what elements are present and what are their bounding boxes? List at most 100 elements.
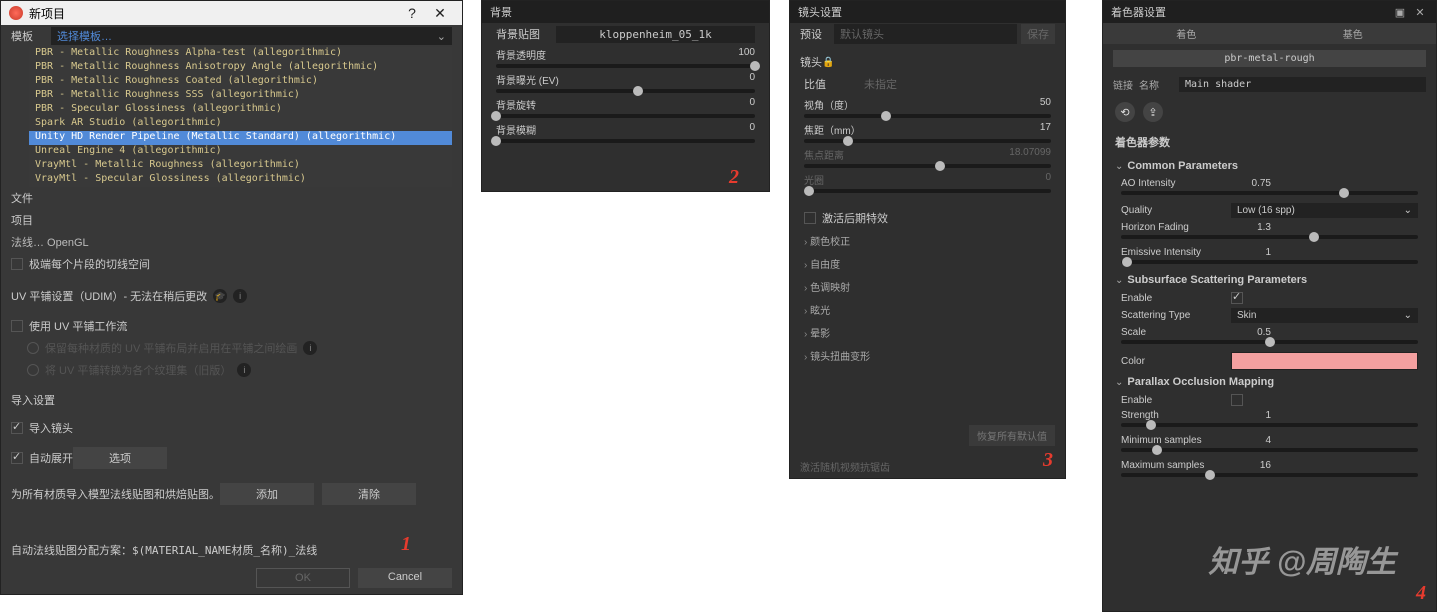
sss-parameters-header[interactable]: Subsurface Scattering Parameters xyxy=(1103,270,1436,290)
template-option[interactable]: PBR - Metallic Roughness SSS (allegorith… xyxy=(29,89,452,103)
template-dropdown-list[interactable]: PBR - Metallic Roughness Alpha-test (all… xyxy=(29,47,452,187)
tangent-checkbox[interactable] xyxy=(11,258,23,270)
pop-out-icon[interactable]: ▣ xyxy=(1392,6,1408,19)
slider[interactable] xyxy=(804,189,1051,193)
pom-max-samples-slider[interactable] xyxy=(1121,473,1418,477)
preserve-uv-label: 保留每种材质的 UV 平铺布局并启用在平铺之间绘画 xyxy=(45,340,297,356)
pom-min-samples-slider[interactable] xyxy=(1121,448,1418,452)
udim-label: UV 平铺设置（UDIM）- 无法在稍后更改 xyxy=(11,288,207,304)
template-option[interactable]: Unreal Engine 4 (allegorithmic) xyxy=(29,145,452,159)
use-uv-tile-label: 使用 UV 平铺工作流 xyxy=(29,318,127,334)
slider-label: 焦点距离 xyxy=(804,147,844,162)
slider-label: 背景旋转 xyxy=(496,97,536,112)
fx-item[interactable]: 眩光 xyxy=(790,298,1065,321)
template-option[interactable]: VrayMtl - Specular Glossiness (allegorit… xyxy=(29,173,452,187)
template-option[interactable]: PBR - Specular Glossiness (allegorithmic… xyxy=(29,103,452,117)
tab-basecolor[interactable]: 基色 xyxy=(1270,23,1437,44)
clear-button[interactable]: 清除 xyxy=(322,483,416,505)
upload-icon[interactable]: ⇪ xyxy=(1143,102,1163,122)
template-label: 模板 xyxy=(11,28,51,44)
slider[interactable] xyxy=(496,64,755,68)
slider-label: 背景透明度 xyxy=(496,47,546,62)
ratio-label: 比值 xyxy=(804,76,864,92)
tab-shading[interactable]: 着色 xyxy=(1103,23,1270,44)
shader-name-field[interactable]: Main shader xyxy=(1179,77,1426,92)
quality-select[interactable]: Low (16 spp)⌄ xyxy=(1231,203,1418,218)
info-icon[interactable]: i xyxy=(237,363,251,377)
import-camera-checkbox[interactable] xyxy=(11,422,23,434)
auto-unwrap-checkbox[interactable] xyxy=(11,452,23,464)
panel-title: 镜头设置 xyxy=(798,4,842,20)
new-project-dialog: 新项目 ? ✕ 模板 选择模板… ⌄ PBR - Metallic Roughn… xyxy=(0,0,463,595)
shader-type-pill[interactable]: pbr-metal-rough xyxy=(1113,50,1426,67)
fx-item[interactable]: 色调映射 xyxy=(790,275,1065,298)
slider-label: 焦距（mm） xyxy=(804,122,861,137)
template-option[interactable]: PBR - Metallic Roughness Coated (allegor… xyxy=(29,75,452,89)
close-icon[interactable]: ✕ xyxy=(1412,6,1428,19)
sss-enable-checkbox[interactable] xyxy=(1231,292,1243,304)
fx-item[interactable]: 自由度 xyxy=(790,252,1065,275)
convert-uv-label: 将 UV 平铺转换为各个纹理集（旧版） xyxy=(45,362,231,378)
fx-item[interactable]: 晕影 xyxy=(790,321,1065,344)
naming-scheme-label: 自动法线贴图分配方案：$(MATERIAL_NAME材质_名称)_法线 xyxy=(11,544,317,557)
template-option[interactable]: VrayMtl - Metallic Roughness (allegorith… xyxy=(29,159,452,173)
auto-unwrap-label: 自动展开 xyxy=(29,450,73,466)
pom-strength-slider[interactable] xyxy=(1121,423,1418,427)
lock-icon[interactable]: 🔒 xyxy=(822,57,834,68)
preset-label: 预设 xyxy=(800,26,834,42)
grad-cap-icon[interactable]: 🎓 xyxy=(213,289,227,303)
close-button[interactable]: ✕ xyxy=(426,5,454,22)
slider-value: 50 xyxy=(1040,97,1051,112)
fx-item[interactable]: 颜色校正 xyxy=(790,229,1065,252)
shader-settings-panel: 着色器设置 ▣ ✕ 着色 基色 pbr-metal-rough 链接 名称 Ma… xyxy=(1102,0,1437,612)
pom-enable-checkbox[interactable] xyxy=(1231,394,1243,406)
use-uv-tile-checkbox[interactable] xyxy=(11,320,23,332)
reset-defaults-button[interactable]: 恢复所有默认值 xyxy=(969,425,1055,446)
common-parameters-header[interactable]: Common Parameters xyxy=(1103,156,1436,176)
app-icon xyxy=(9,6,23,20)
annotation-1: 1 xyxy=(401,533,411,556)
template-select[interactable]: 选择模板… ⌄ xyxy=(51,27,452,45)
slider-value: 17 xyxy=(1040,122,1051,137)
convert-uv-radio[interactable] xyxy=(27,364,39,376)
template-option[interactable]: PBR - Metallic Roughness Anisotropy Angl… xyxy=(29,61,452,75)
pom-parameters-header[interactable]: Parallax Occlusion Mapping xyxy=(1103,372,1436,392)
normal-format-line: 法线… OpenGL xyxy=(11,234,89,250)
template-option[interactable]: PBR - Metallic Roughness Alpha-test (all… xyxy=(29,47,452,61)
slider[interactable] xyxy=(804,114,1051,118)
sss-color-swatch[interactable] xyxy=(1231,352,1418,370)
preserve-uv-radio[interactable] xyxy=(27,342,39,354)
slider[interactable] xyxy=(496,114,755,118)
preset-field[interactable]: 默认镜头 xyxy=(834,24,1017,44)
template-option[interactable]: Spark AR Studio (allegorithmic) xyxy=(29,117,452,131)
add-button[interactable]: 添加 xyxy=(220,483,314,505)
template-option[interactable]: Unity HD Render Pipeline (Metallic Stand… xyxy=(29,131,452,145)
cancel-button[interactable]: Cancel xyxy=(358,568,452,588)
slider[interactable] xyxy=(804,139,1051,143)
info-icon[interactable]: i xyxy=(233,289,247,303)
link-icon[interactable]: ⟲ xyxy=(1115,102,1135,122)
fx-item[interactable]: 镜头扭曲变形 xyxy=(790,344,1065,367)
sss-scale-slider[interactable] xyxy=(1121,340,1418,344)
ok-button[interactable]: OK xyxy=(256,568,350,588)
ao-intensity-slider[interactable] xyxy=(1121,191,1418,195)
slider[interactable] xyxy=(804,164,1051,168)
post-fx-label: 激活后期特效 xyxy=(822,210,888,226)
dialog-title: 新项目 xyxy=(29,5,65,22)
preset-save-button[interactable]: 保存 xyxy=(1021,24,1055,44)
emissive-intensity-slider[interactable] xyxy=(1121,260,1418,264)
options-button[interactable]: 选项 xyxy=(73,447,167,469)
horizon-fading-slider[interactable] xyxy=(1121,235,1418,239)
scattering-type-select[interactable]: Skin⌄ xyxy=(1231,308,1418,323)
env-map-field[interactable]: kloppenheim_05_1k xyxy=(556,26,755,43)
slider[interactable] xyxy=(496,89,755,93)
tangent-label: 极端每个片段的切线空间 xyxy=(29,256,150,272)
annotation-3: 3 xyxy=(1043,449,1053,472)
info-icon[interactable]: i xyxy=(303,341,317,355)
chevron-down-icon: ⌄ xyxy=(1404,205,1412,216)
for-all-materials-label: 为所有材质导入模型法线贴图和烘焙贴图。 xyxy=(11,486,220,502)
post-fx-checkbox[interactable] xyxy=(804,212,816,224)
help-button[interactable]: ? xyxy=(398,5,426,21)
chevron-down-icon: ⌄ xyxy=(437,30,446,43)
slider[interactable] xyxy=(496,139,755,143)
